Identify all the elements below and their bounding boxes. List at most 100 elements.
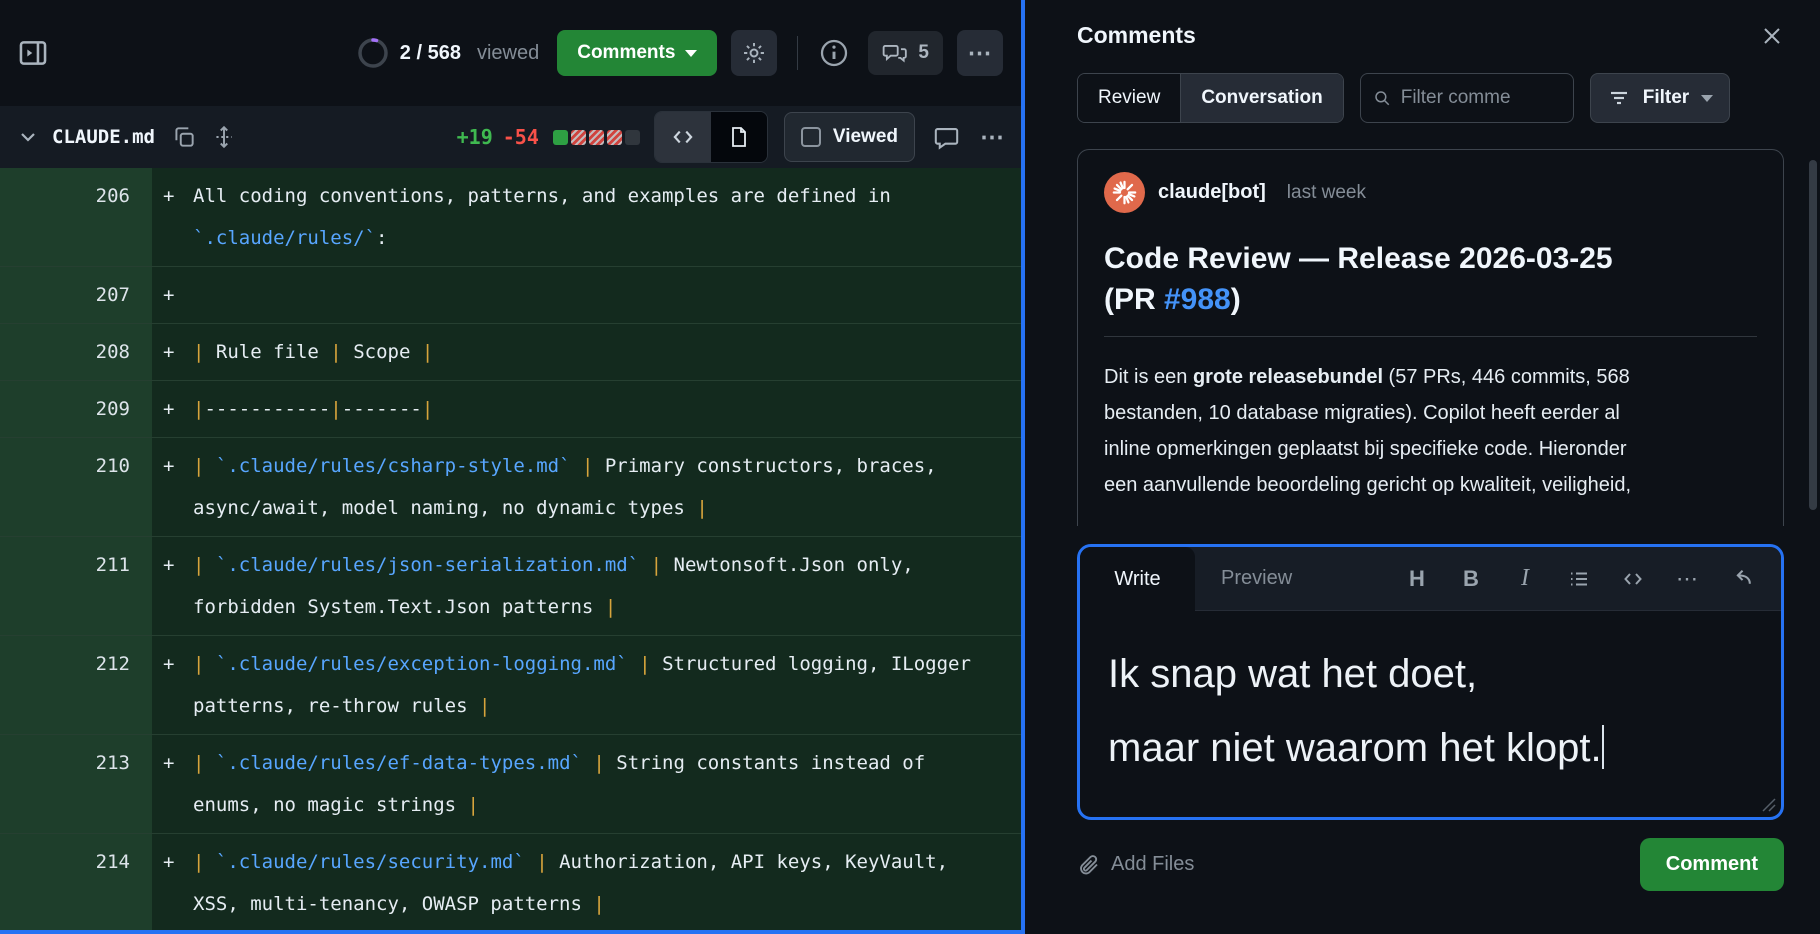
- chevron-down-icon: [1701, 95, 1713, 102]
- line-number[interactable]: 208: [0, 324, 152, 380]
- kebab-icon: ⋯: [968, 39, 993, 68]
- more-options-icon[interactable]: ⋯: [1667, 559, 1707, 599]
- comment-author[interactable]: claude[bot]: [1158, 181, 1266, 204]
- diff-content[interactable]: 206+All coding conventions, patterns, an…: [0, 168, 1021, 930]
- comments-tabs: Review Conversation: [1077, 73, 1344, 123]
- toolbar-divider: [797, 36, 798, 70]
- diff-line-text: | Rule file | Scope |: [193, 324, 975, 380]
- sidebar-expand-icon[interactable]: [16, 36, 50, 70]
- unordered-list-icon[interactable]: [1559, 559, 1599, 599]
- diff-line[interactable]: 211+| `.claude/rules/json-serialization.…: [0, 536, 1021, 635]
- settings-button[interactable]: [731, 30, 777, 76]
- file-icon: [727, 125, 751, 149]
- line-number[interactable]: 210: [0, 438, 152, 536]
- comment-textarea[interactable]: Ik snap wat het doet, maar niet waarom h…: [1080, 611, 1781, 817]
- tab-preview[interactable]: Preview: [1195, 547, 1318, 610]
- diff-line-text: All coding conventions, patterns, and ex…: [193, 168, 975, 266]
- code-icon[interactable]: [1613, 559, 1653, 599]
- diff-line-text: [193, 267, 975, 323]
- diff-block-added: [553, 130, 568, 145]
- pr-link[interactable]: #988: [1164, 283, 1231, 316]
- comment-body-line: een aanvullende beoordeling gericht op k…: [1104, 467, 1757, 503]
- diff-line[interactable]: 207+: [0, 266, 1021, 323]
- conversations-count-button[interactable]: 5: [868, 31, 943, 75]
- tab-review[interactable]: Review: [1078, 74, 1180, 122]
- file-header: CLAUDE.md +19 -54: [0, 106, 1021, 168]
- panel-title: Comments: [1077, 22, 1196, 49]
- heading-icon[interactable]: H: [1397, 559, 1437, 599]
- panel-scrollbar[interactable]: [1809, 160, 1817, 510]
- diff-line[interactable]: 213+| `.claude/rules/ef-data-types.md` |…: [0, 734, 1021, 833]
- file-comment-button[interactable]: [933, 124, 960, 151]
- line-number[interactable]: 213: [0, 735, 152, 833]
- diff-line[interactable]: 214+| `.claude/rules/security.md` | Auth…: [0, 833, 1021, 930]
- comment-body-line: Dit is een grote releasebundel (57 PRs, …: [1104, 359, 1757, 395]
- comment-discussion-icon: [882, 40, 908, 66]
- viewed-toggle-button[interactable]: Viewed: [784, 112, 915, 162]
- saved-replies-icon[interactable]: [1721, 559, 1761, 599]
- drag-handle[interactable]: [211, 124, 237, 150]
- comments-panel: Comments Review Conversation Filter: [1025, 0, 1820, 934]
- collapse-file-button[interactable]: [16, 125, 40, 149]
- draft-line2: maar niet waarom het klopt.: [1108, 726, 1602, 770]
- editor-footer: Add Files Comment: [1077, 838, 1784, 891]
- avatar[interactable]: [1104, 172, 1145, 213]
- search-input[interactable]: [1401, 87, 1561, 109]
- comments-dropdown-button[interactable]: Comments: [557, 30, 717, 76]
- line-number[interactable]: 212: [0, 636, 152, 734]
- copy-path-button[interactable]: [171, 124, 197, 150]
- info-button[interactable]: [818, 37, 850, 69]
- line-number[interactable]: 214: [0, 834, 152, 930]
- toolbar-overflow-button[interactable]: ⋯: [957, 30, 1003, 76]
- source-view-button[interactable]: [655, 112, 711, 162]
- resize-handle[interactable]: [1762, 798, 1776, 812]
- text-cursor: [1602, 725, 1604, 769]
- rich-diff-button[interactable]: [711, 112, 767, 162]
- diff-line-text: | `.claude/rules/json-serialization.md` …: [193, 537, 975, 635]
- tab-conversation[interactable]: Conversation: [1180, 74, 1342, 122]
- line-number[interactable]: 209: [0, 381, 152, 437]
- diff-block-neutral: [625, 130, 640, 145]
- diff-line[interactable]: 208+| Rule file | Scope |: [0, 323, 1021, 380]
- comment-body-line: inline opmerkingen geplaatst bij specifi…: [1104, 431, 1757, 467]
- comments-panel-header: Comments: [1077, 0, 1784, 49]
- diff-add-marker: +: [152, 168, 193, 266]
- line-number[interactable]: 206: [0, 168, 152, 266]
- submit-comment-button[interactable]: Comment: [1640, 838, 1784, 891]
- diff-add-marker: +: [152, 537, 193, 635]
- diff-line[interactable]: 209+|-----------|-------|: [0, 380, 1021, 437]
- filter-label: Filter: [1643, 87, 1689, 109]
- diff-line[interactable]: 206+All coding conventions, patterns, an…: [0, 168, 1021, 266]
- line-number[interactable]: 211: [0, 537, 152, 635]
- line-number[interactable]: 207: [0, 267, 152, 323]
- diff-add-marker: +: [152, 834, 193, 930]
- viewed-count: 2 / 568: [400, 42, 461, 65]
- comments-button-label: Comments: [577, 42, 675, 64]
- file-name[interactable]: CLAUDE.md: [52, 126, 155, 148]
- viewed-progress: 2 / 568 viewed: [356, 36, 539, 70]
- copy-icon: [171, 124, 197, 150]
- filter-button[interactable]: Filter: [1590, 73, 1730, 123]
- comment-heading: Code Review — Release 2026-03-25 (PR #98…: [1104, 239, 1757, 337]
- diff-line-text: |-----------|-------|: [193, 381, 975, 437]
- close-panel-button[interactable]: [1760, 24, 1784, 48]
- diff-block-deleted: [571, 130, 586, 145]
- tab-write[interactable]: Write: [1080, 547, 1195, 611]
- diff-line-text: | `.claude/rules/ef-data-types.md` | Str…: [193, 735, 975, 833]
- italic-icon[interactable]: I: [1505, 559, 1545, 599]
- comment-body-line: bestanden, 10 database migraties). Copil…: [1104, 395, 1757, 431]
- comment-filter-search[interactable]: [1360, 73, 1574, 123]
- diff-line-text: | `.claude/rules/exception-logging.md` |…: [193, 636, 975, 734]
- gear-icon: [741, 40, 767, 66]
- diff-line[interactable]: 210+| `.claude/rules/csharp-style.md` | …: [0, 437, 1021, 536]
- diff-line-text: | `.claude/rules/csharp-style.md` | Prim…: [193, 438, 975, 536]
- comment-thread-card: claude[bot] last week Code Review — Rele…: [1077, 149, 1784, 526]
- viewed-label: viewed: [477, 42, 539, 65]
- viewed-checkbox[interactable]: [801, 127, 821, 147]
- bold-icon[interactable]: B: [1451, 559, 1491, 599]
- add-files-button[interactable]: Add Files: [1077, 853, 1194, 877]
- file-overflow-button[interactable]: ⋯: [980, 123, 1005, 152]
- filter-lines-icon: [1607, 86, 1631, 110]
- diff-line[interactable]: 212+| `.claude/rules/exception-logging.m…: [0, 635, 1021, 734]
- search-icon: [1373, 87, 1391, 109]
